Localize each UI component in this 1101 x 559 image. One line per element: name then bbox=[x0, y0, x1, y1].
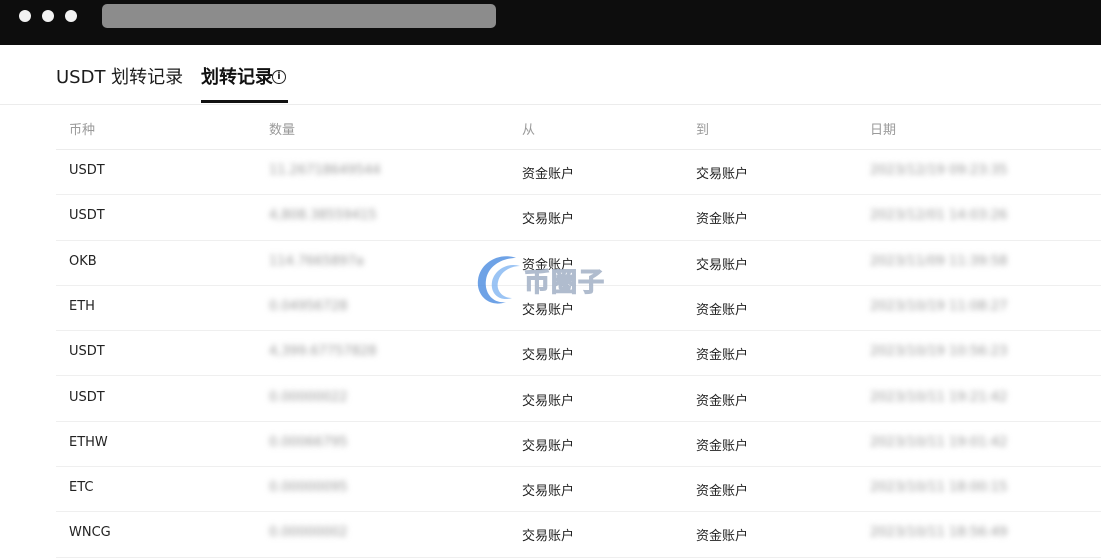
cell-from: 资金账户 bbox=[522, 167, 575, 182]
cell-from: 交易账户 bbox=[522, 212, 575, 228]
cell-to: 资金账户 bbox=[696, 393, 749, 409]
cell-coin: WNCG bbox=[69, 525, 111, 541]
cell-date: 2023/10/11 19:01:42 bbox=[870, 434, 1008, 450]
cell-coin: USDT bbox=[69, 163, 105, 178]
cell-amount: 0.04956728 bbox=[269, 298, 348, 314]
cell-date: 2023/10/11 18:56:49 bbox=[870, 525, 1008, 541]
header-to: 到 bbox=[696, 123, 710, 138]
cell-coin: ETC bbox=[69, 480, 94, 496]
cell-amount: 4,399.67757828 bbox=[269, 344, 377, 360]
window-maximize-dot[interactable] bbox=[65, 10, 77, 22]
tab-transfer-records[interactable]: 划转记录 bbox=[201, 67, 273, 89]
window-close-dot[interactable] bbox=[19, 10, 31, 22]
active-tab-underline bbox=[201, 100, 288, 103]
cell-date: 2023/10/11 18:00:15 bbox=[870, 480, 1008, 496]
cell-amount: 0.00066795 bbox=[269, 434, 348, 450]
cell-amount: 11.26718649544 bbox=[269, 163, 381, 178]
cell-from: 交易账户 bbox=[522, 348, 575, 364]
header-amount: 数量 bbox=[269, 123, 296, 138]
cell-amount: 0.00000022 bbox=[269, 389, 348, 405]
header-coin: 币种 bbox=[69, 123, 96, 138]
cell-to: 资金账户 bbox=[696, 212, 749, 228]
cell-amount: 0.00000095 bbox=[269, 480, 348, 496]
cell-to: 交易账户 bbox=[696, 167, 749, 182]
tab-usdt-transfer-records[interactable]: USDT 划转记录 bbox=[56, 67, 183, 89]
cell-coin: ETH bbox=[69, 298, 95, 314]
cell-coin: OKB bbox=[69, 253, 97, 269]
header-date: 日期 bbox=[870, 123, 897, 138]
cell-coin: ETHW bbox=[69, 434, 108, 450]
cell-from: 交易账户 bbox=[522, 393, 575, 409]
cell-amount: 114.7665897a bbox=[269, 253, 364, 269]
cell-coin: USDT bbox=[69, 344, 105, 360]
watermark-logo-icon bbox=[477, 256, 520, 304]
table-row: USDT 4,808.38559415 交易账户 资金账户 2023/12/01 14:… bbox=[56, 195, 1101, 241]
cell-date: 2023/12/01 14:03:26 bbox=[870, 208, 1008, 224]
cell-to: 交易账户 bbox=[696, 257, 749, 273]
cell-date: 2023/11/09 11:39:58 bbox=[870, 253, 1008, 269]
cell-coin: USDT bbox=[69, 389, 105, 405]
cell-from: 交易账户 bbox=[522, 484, 575, 500]
table-header: 币种 数量 从 到 日期 bbox=[56, 105, 1101, 150]
cell-amount: 4,808.38559415 bbox=[269, 208, 377, 224]
cell-to: 资金账户 bbox=[696, 438, 749, 454]
table-row: WNCG 0.00000002 交易账户 资金账户 2023/10/11 18:56:4… bbox=[56, 512, 1101, 558]
cell-amount: 0.00000002 bbox=[269, 525, 348, 541]
table-row: USDT 0.00000022 交易账户 资金账户 2023/10/11 19:21:4… bbox=[56, 377, 1101, 422]
table-row: USDT 11.26718649544 资金账户 交易账户 2023/12/19 09:… bbox=[56, 150, 1101, 196]
cell-from: 交易账户 bbox=[522, 438, 575, 454]
cell-date: 2023/10/19 10:56:23 bbox=[870, 344, 1008, 360]
window-titlebar bbox=[0, 0, 1101, 45]
window-minimize-dot[interactable] bbox=[42, 10, 54, 22]
cell-date: 2023/12/19 09:23:35 bbox=[870, 163, 1008, 178]
info-icon[interactable]: i bbox=[272, 70, 286, 84]
cell-date: 2023/10/19 11:08:27 bbox=[870, 298, 1008, 314]
table-row: USDT 4,399.67757828 交易账户 资金账户 2023/10/19 10:… bbox=[56, 331, 1101, 377]
cell-to: 资金账户 bbox=[696, 529, 749, 545]
header-from: 从 bbox=[522, 123, 536, 138]
cell-coin: USDT bbox=[69, 208, 105, 224]
address-bar[interactable] bbox=[102, 4, 496, 28]
watermark: 币圈子 bbox=[472, 248, 632, 312]
cell-from: 交易账户 bbox=[522, 529, 575, 545]
cell-date: 2023/10/11 19:21:42 bbox=[870, 389, 1008, 405]
cell-to: 资金账户 bbox=[696, 484, 749, 500]
table-row: ETC 0.00000095 交易账户 资金账户 2023/10/11 18:00:15 bbox=[56, 467, 1101, 513]
watermark-text: 币圈子 bbox=[523, 267, 606, 298]
cell-to: 资金账户 bbox=[696, 302, 749, 318]
tab-bar: USDT 划转记录 划转记录 i bbox=[0, 45, 1101, 105]
cell-to: 资金账户 bbox=[696, 348, 749, 364]
table-row: ETHW 0.00066795 交易账户 资金账户 2023/10/11 19:01:4… bbox=[56, 422, 1101, 468]
